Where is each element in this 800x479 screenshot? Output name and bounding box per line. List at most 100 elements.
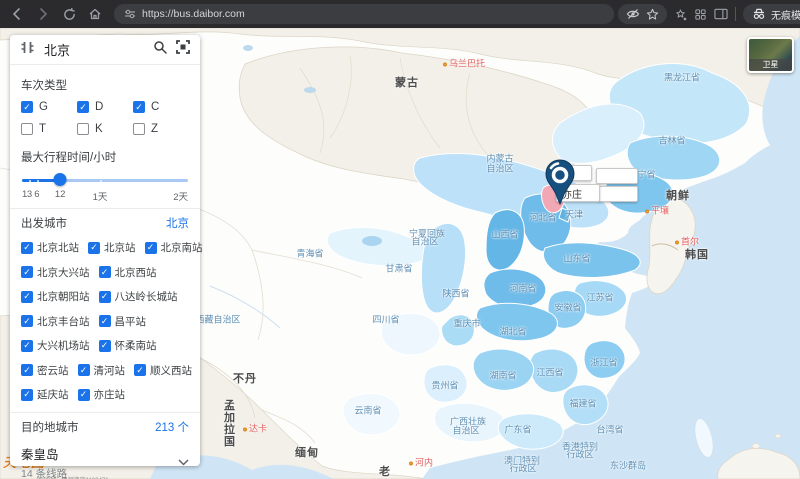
station-label: 北京西站 [114,266,157,279]
satellite-toggle-label: 卫星 [749,59,792,71]
station-checkbox[interactable]: ✓ 大兴机场站 [21,338,90,353]
station-row: ✓ 大兴机场站 ✓ 怀柔南站 [21,338,189,353]
station-checkbox[interactable]: ✓ 延庆站 [21,387,69,402]
checkbox-checked[interactable]: ✓ [21,241,33,254]
checkbox-checked[interactable]: ✓ [98,290,111,303]
reload-button[interactable] [58,3,80,25]
back-button[interactable] [6,3,28,25]
station-checkbox-list: ✓ 北京北站 ✓ 北京站 ✓ 北京南站 ✓ 北京大兴站 ✓ 北京西站 ✓ 北京朝阳站 ✓ 八达岭长城站 ✓ 北… [21,240,203,402]
station-label: 顺义西站 [150,364,192,377]
train-type-D[interactable]: ✓ D [76,101,133,113]
checkbox-unchecked[interactable] [76,123,89,135]
checkbox-checked[interactable]: ✓ [77,364,90,376]
station-row: ✓ 北京朝阳站 ✓ 八达岭长城站 [21,289,189,304]
train-type-label: Z [150,123,158,135]
url-bar[interactable]: https://bus.daibor.com [114,4,614,24]
checkbox-checked[interactable]: ✓ [76,101,89,113]
side-panel-icon[interactable] [714,8,728,20]
station-checkbox[interactable]: ✓ 北京西站 [98,265,157,280]
train-type-label: K [94,123,103,135]
travel-time-slider[interactable] [22,173,188,187]
train-type-label: D [94,101,104,113]
station-label: 北京朝阳站 [37,291,90,303]
checkbox-checked[interactable]: ✓ [134,364,146,376]
station-label: 北京北站 [37,242,79,254]
train-type-T[interactable]: T [21,123,77,135]
slider-tick-label: 12 [54,189,66,200]
checkbox-checked[interactable]: ✓ [21,266,33,278]
checkbox-checked[interactable]: ✓ [21,290,33,303]
checkbox-checked[interactable]: ✓ [21,364,33,376]
checkbox-checked[interactable]: ✓ [21,388,33,401]
checkbox-unchecked[interactable] [132,123,145,135]
app-window: https://bus.daibor.com 无痕模 蒙古 乌兰巴托 黑龙江省 … [0,0,800,479]
station-checkbox[interactable]: ✓ 北京南站 [144,240,203,255]
station-checkbox[interactable]: ✓ 八达岭长城站 [98,289,178,304]
map-marker-card-back[interactable] [596,168,638,184]
checkbox-checked[interactable]: ✓ [21,339,33,352]
slider-tick-dot [36,179,39,182]
checkbox-unchecked[interactable] [21,123,33,135]
station-checkbox[interactable]: ✓ 密云站 [21,363,69,378]
train-type-G[interactable]: ✓ G [21,101,77,113]
station-checkbox[interactable]: ✓ 昌平站 [98,314,147,329]
station-checkbox[interactable]: ✓ 北京北站 [21,240,79,255]
station-label: 昌平站 [114,315,147,328]
train-type-K[interactable]: K [76,123,133,135]
checkbox-checked[interactable]: ✓ [88,241,100,254]
checkbox-checked[interactable]: ✓ [77,388,90,401]
eye-off-icon[interactable] [626,8,640,20]
train-type-Z[interactable]: Z [132,123,189,135]
incognito-badge[interactable]: 无痕模式 [743,4,800,24]
train-type-label: T [39,123,47,135]
checkbox-checked[interactable]: ✓ [98,339,111,352]
station-checkbox[interactable]: ✓ 清河站 [77,363,125,378]
train-type-label: C [150,101,160,113]
home-button[interactable] [84,3,106,25]
station-checkbox[interactable]: ✓ 怀柔南站 [98,338,157,353]
incognito-icon [752,8,766,20]
browser-toolbar: https://bus.daibor.com 无痕模 [0,0,800,28]
station-row: ✓ 北京北站 ✓ 北京站 ✓ 北京南站 [21,240,203,255]
train-type-section-label: 车次类型 [21,80,67,92]
apps-grid-icon[interactable] [694,8,707,21]
station-label: 亦庄站 [93,389,126,401]
map-marker-card-back[interactable] [598,186,638,202]
checkbox-checked[interactable]: ✓ [98,266,111,278]
station-checkbox[interactable]: ✓ 亦庄站 [77,387,126,402]
extensions-icon[interactable] [674,8,687,21]
station-checkbox[interactable]: ✓ 北京朝阳站 [21,289,90,304]
destination-text: 秦皇岛 14 条线路 [21,444,67,479]
checkbox-checked[interactable]: ✓ [98,315,111,327]
checkbox-checked[interactable]: ✓ [132,101,145,113]
divider [10,411,200,413]
fullscreen-icon[interactable] [176,40,190,59]
destination-item[interactable]: 秦皇岛 14 条线路 [21,439,189,479]
panel-city-title: 北京 [44,43,71,58]
site-info-icon[interactable] [124,8,136,20]
destination-list: 秦皇岛14 条线路廊坊67 条线路 [21,439,189,479]
checkbox-checked[interactable]: ✓ [21,101,33,113]
url-text: https://bus.daibor.com [142,8,245,20]
station-checkbox[interactable]: ✓ 北京丰台站 [21,314,90,329]
checkbox-checked[interactable]: ✓ [144,241,157,254]
satellite-toggle[interactable]: 卫星 [747,37,794,73]
slider-thumb[interactable] [53,173,67,186]
station-label: 延庆站 [37,389,69,401]
forward-button[interactable] [32,3,54,25]
search-icon[interactable] [153,40,167,59]
station-label: 怀柔南站 [114,340,157,352]
chevron-down-icon[interactable] [178,453,189,471]
station-checkbox[interactable]: ✓ 北京大兴站 [21,265,90,280]
panel-body: 车次类型 ✓ G ✓ D ✓ C T K Z 最大行程时间/小时 1 3 6 12 1天 2天 出发城市 … [10,65,203,479]
bookmark-star-icon[interactable] [646,8,659,21]
map-marker-pin[interactable] [545,159,575,206]
departure-city-link[interactable]: 北京 [166,215,189,231]
train-type-C[interactable]: ✓ C [132,101,189,113]
checkbox-checked[interactable]: ✓ [21,315,33,327]
destination-count[interactable]: 213 个 [155,419,189,435]
station-checkbox[interactable]: ✓ 顺义西站 [134,363,192,378]
station-label: 密云站 [37,364,69,377]
station-checkbox[interactable]: ✓ 北京站 [88,240,136,255]
destination-name: 秦皇岛 [21,447,59,462]
